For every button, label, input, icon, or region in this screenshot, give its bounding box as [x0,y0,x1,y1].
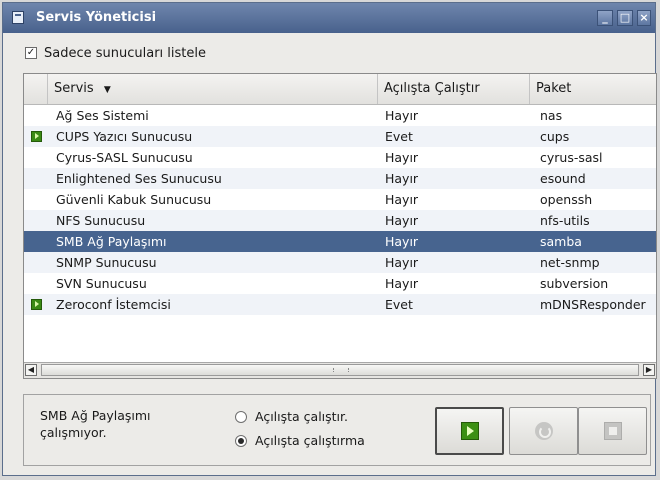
service-name-cell: NFS Sunucusu [56,213,146,228]
autostart-cell: Hayır [385,276,419,291]
minimize-icon[interactable]: _ [597,10,613,26]
service-manager-window: Servis Yöneticisi _ □ × ✓ Sadece sunucul… [2,2,657,476]
start-service-button[interactable] [435,407,504,455]
table-row[interactable]: SMB Ağ Paylaşımı Hayır samba [24,231,656,252]
service-name-cell: SNMP Sunucusu [56,255,157,270]
scrollbar-thumb[interactable] [41,364,639,376]
service-name-cell: SMB Ağ Paylaşımı [56,234,167,249]
column-header-autostart[interactable]: Açılışta Çalıştır [378,74,530,104]
status-column-header[interactable] [24,74,48,104]
table-row[interactable]: NFS Sunucusu Hayır nfs-utils [24,210,656,231]
autostart-on-label[interactable]: Açılışta çalıştır. [255,409,348,424]
table-row[interactable]: Enlightened Ses Sunucusu Hayır esound [24,168,656,189]
package-cell: nfs-utils [540,213,590,228]
table-row[interactable]: Güvenli Kabuk Sunucusu Hayır openssh [24,189,656,210]
column-header-service-label: Servis [54,81,94,96]
service-status-text: SMB Ağ Paylaşımı çalışmıyor. [40,408,151,440]
package-cell: nas [540,108,563,123]
autostart-cell: Hayır [385,255,419,270]
autostart-off-radio[interactable] [235,435,247,447]
autostart-cell: Hayır [385,171,419,186]
autostart-cell: Hayır [385,213,419,228]
autostart-off-label[interactable]: Açılışta çalıştırma [255,433,365,448]
package-cell: cyrus-sasl [540,150,603,165]
sort-descending-icon: ▼ [103,85,111,95]
table-header: Servis ▼ Açılışta Çalıştır Paket [24,74,656,105]
package-cell: esound [540,171,586,186]
table-row[interactable]: SNMP Sunucusu Hayır net-snmp [24,252,656,273]
maximize-icon[interactable]: □ [617,10,633,26]
service-name-cell: Güvenli Kabuk Sunucusu [56,192,212,207]
service-name-cell: SVN Sunucusu [56,276,147,291]
service-name-cell: Zeroconf İstemcisi [56,297,171,312]
window-title: Servis Yöneticisi [36,10,157,25]
play-icon [460,422,479,440]
service-name-cell: Enlightened Ses Sunucusu [56,171,222,186]
package-cell: samba [540,234,582,249]
stop-icon [603,422,622,440]
table-row[interactable]: Cyrus-SASL Sunucusu Hayır cyrus-sasl [24,147,656,168]
column-header-service[interactable]: Servis ▼ [48,74,378,104]
running-status-icon [31,299,42,310]
autostart-cell: Hayır [385,108,419,123]
package-cell: net-snmp [540,255,600,270]
service-control-panel: SMB Ağ Paylaşımı çalışmıyor. Açılışta ça… [23,394,651,466]
servers-only-label[interactable]: Sadece sunucuları listele [44,46,206,61]
package-cell: openssh [540,192,593,207]
table-row[interactable]: Ağ Ses Sistemi Hayır nas [24,105,656,126]
restart-icon [534,422,553,440]
table-row[interactable]: Zeroconf İstemcisi Evet mDNSResponder [24,294,656,315]
column-header-package[interactable]: Paket [530,74,656,104]
horizontal-scrollbar[interactable]: ◀ ▶ [24,362,656,378]
table-row[interactable]: CUPS Yazıcı Sunucusu Evet cups [24,126,656,147]
close-icon[interactable]: × [637,10,651,26]
autostart-on-radio[interactable] [235,411,247,423]
restart-service-button[interactable] [509,407,578,455]
autostart-cell: Hayır [385,234,419,249]
autostart-cell: Hayır [385,192,419,207]
package-cell: cups [540,129,570,144]
package-cell: subversion [540,276,609,291]
service-name-cell: CUPS Yazıcı Sunucusu [56,129,193,144]
autostart-cell: Evet [385,297,413,312]
table-row[interactable]: SVN Sunucusu Hayır subversion [24,273,656,294]
autostart-cell: Evet [385,129,413,144]
titlebar[interactable]: Servis Yöneticisi _ □ × [3,3,655,33]
scrollbar-grip-icon [333,368,349,372]
scroll-right-icon[interactable]: ▶ [643,364,655,376]
service-name-cell: Ağ Ses Sistemi [56,108,149,123]
stop-service-button[interactable] [578,407,647,455]
running-status-icon [31,131,42,142]
package-cell: mDNSResponder [540,297,646,312]
window-app-icon [12,11,24,24]
service-name-cell: Cyrus-SASL Sunucusu [56,150,193,165]
autostart-cell: Hayır [385,150,419,165]
scroll-left-icon[interactable]: ◀ [25,364,37,376]
services-table: Servis ▼ Açılışta Çalıştır Paket Ağ Ses … [23,73,657,379]
servers-only-checkbox[interactable]: ✓ [25,47,37,59]
